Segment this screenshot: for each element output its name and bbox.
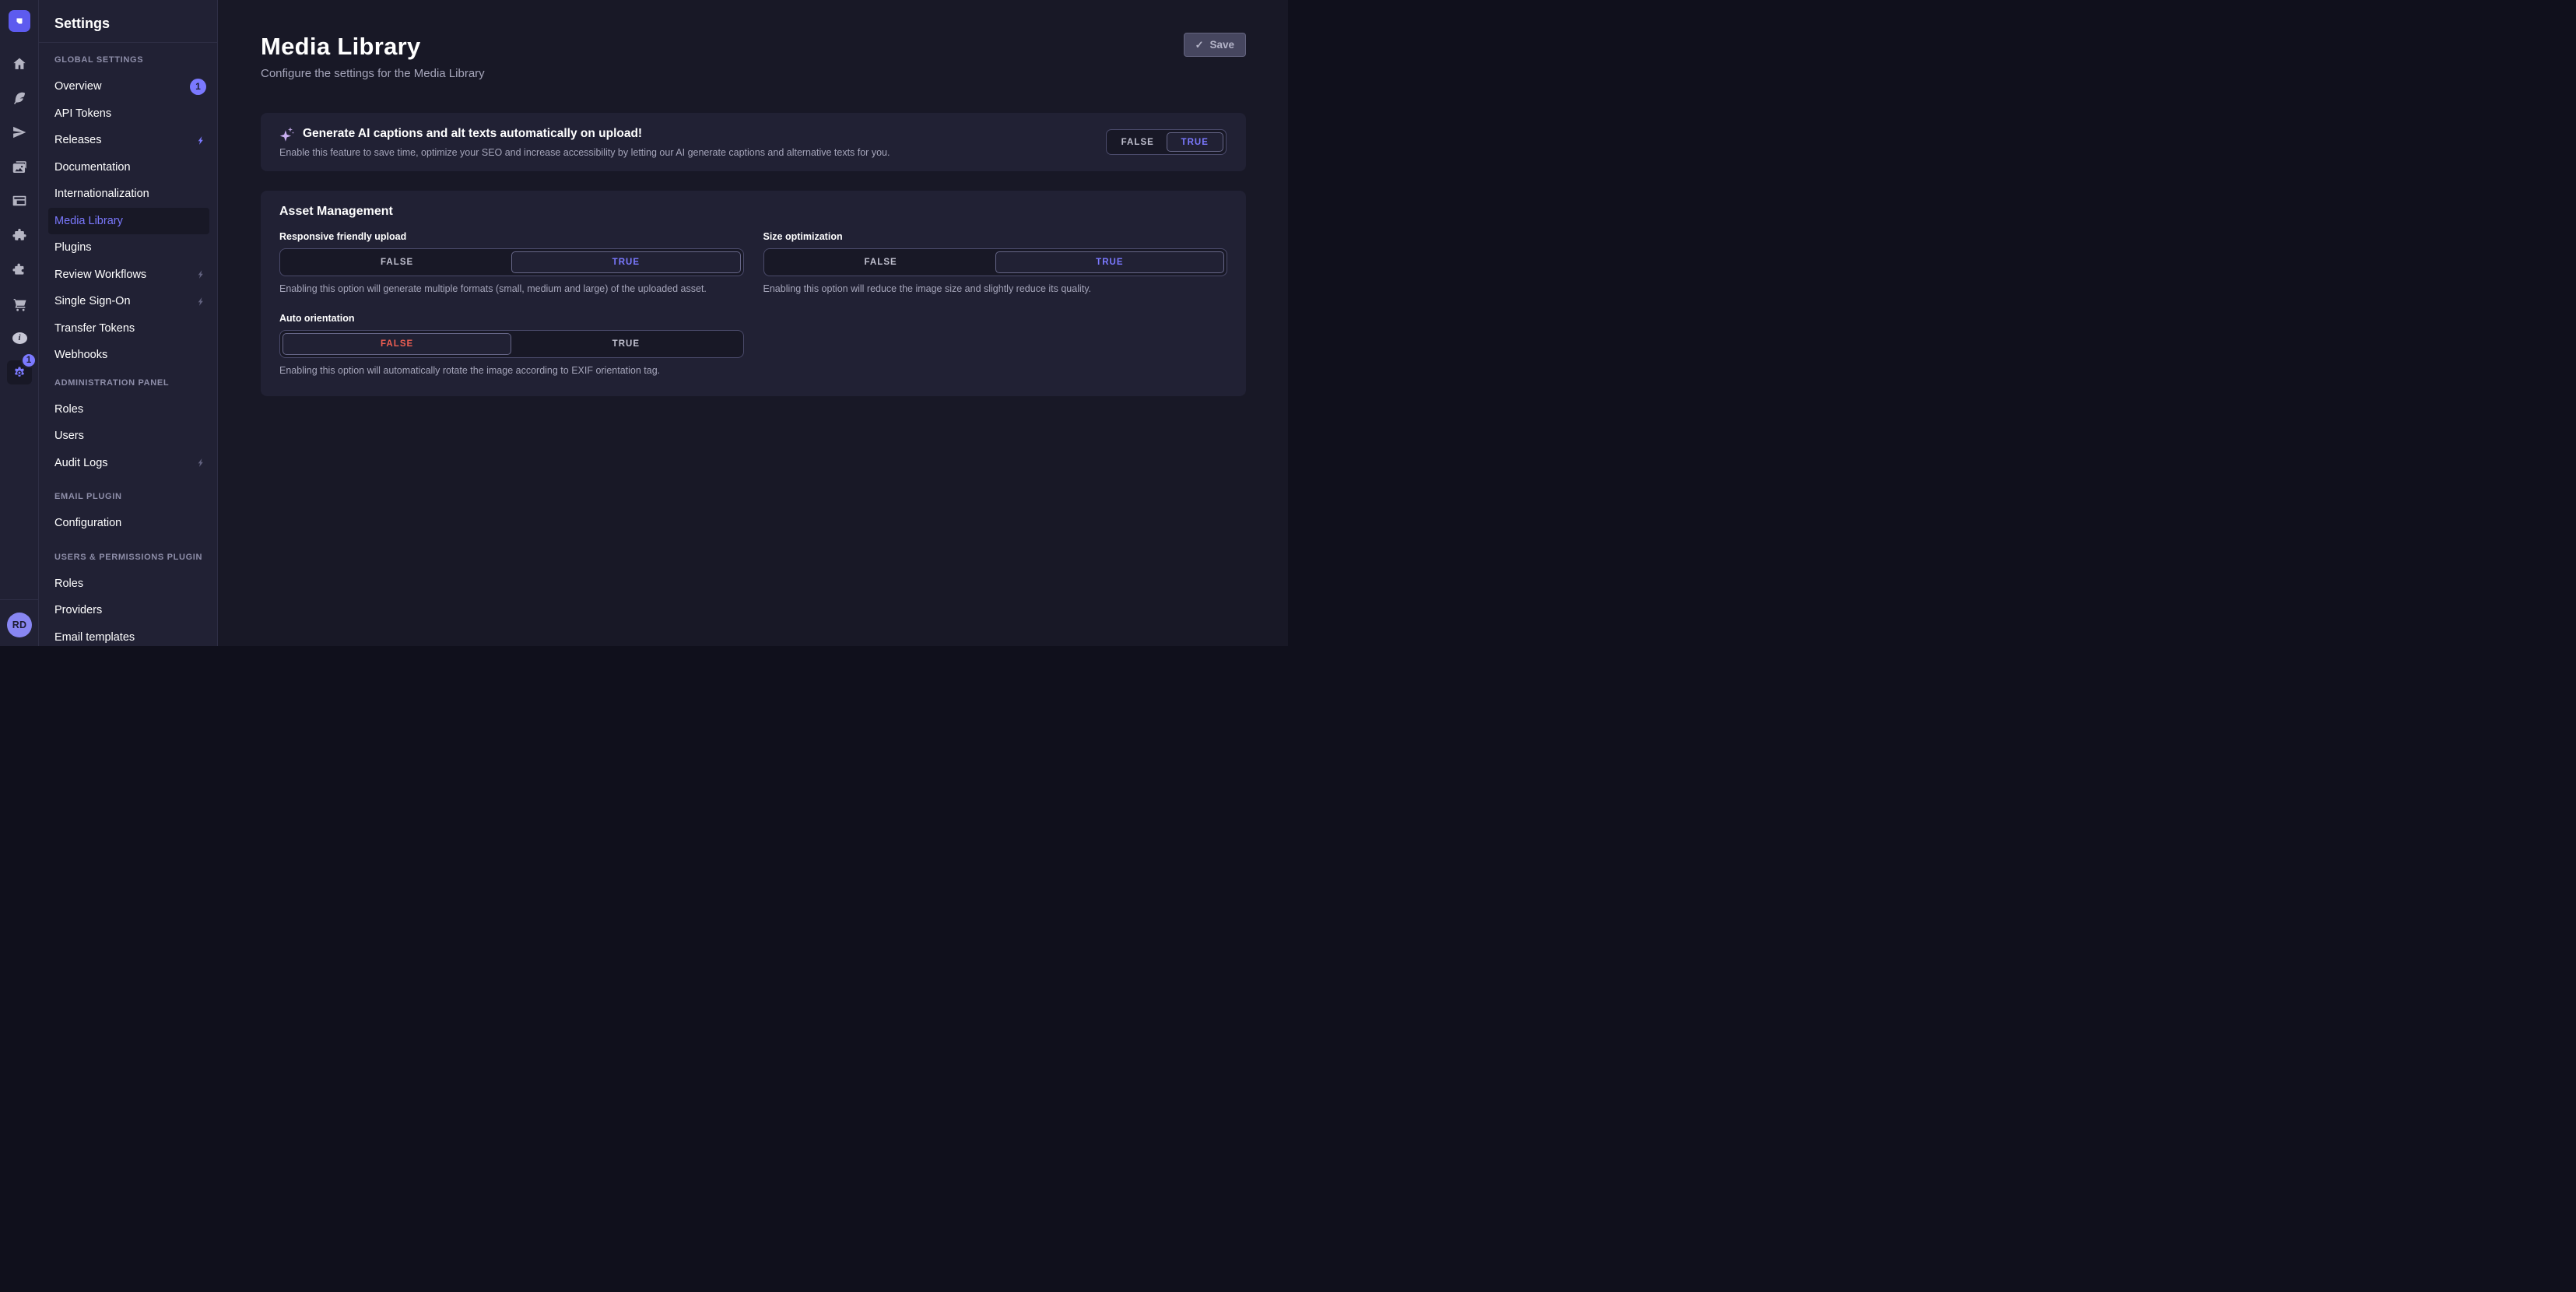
main-content: Media Library Configure the settings for…	[218, 0, 1288, 646]
ai-captions-toggle-true[interactable]: TRUE	[1167, 132, 1224, 152]
sidebar-header: Settings	[39, 0, 217, 43]
ai-captions-toggle-false[interactable]: FALSE	[1109, 132, 1167, 152]
marketplace-puzzle-icon[interactable]	[10, 260, 29, 279]
asset-fields-grid: Responsive friendly upload FALSE TRUE En…	[279, 231, 1227, 376]
sidebar-item-overview[interactable]: Overview 1	[39, 73, 217, 100]
overview-badge: 1	[190, 79, 206, 95]
sidebar-item-single-sign-on[interactable]: Single Sign-On	[39, 288, 217, 315]
auto-orientation-field: Auto orientation FALSE TRUE Enabling thi…	[279, 313, 744, 376]
strapi-logo-icon	[12, 14, 26, 28]
user-avatar[interactable]: RD	[7, 613, 32, 637]
responsive-toggle-false[interactable]: FALSE	[283, 251, 511, 273]
ai-captions-toggle: FALSE TRUE	[1106, 129, 1227, 155]
information-glyph: i	[12, 332, 27, 344]
sidebar-item-up-roles[interactable]: Roles	[39, 571, 217, 598]
lightning-icon	[196, 297, 206, 307]
responsive-friendly-upload-toggle: FALSE TRUE	[279, 248, 744, 276]
sidebar-item-internationalization[interactable]: Internationalization	[39, 181, 217, 208]
strapi-settings-app: i 1 RD Settings GLOBAL SETTINGS Overview…	[0, 0, 1288, 646]
field-label: Auto orientation	[279, 313, 744, 324]
icon-rail: i 1 RD	[0, 0, 39, 646]
users-permissions-list: Roles Providers Email templates	[39, 571, 217, 647]
size-optimization-toggle-true[interactable]: TRUE	[995, 251, 1224, 273]
field-hint: Enabling this option will generate multi…	[279, 283, 744, 294]
size-optimization-field: Size optimization FALSE TRUE Enabling th…	[763, 231, 1228, 294]
email-plugin-list: Configuration	[39, 510, 217, 537]
size-optimization-toggle: FALSE TRUE	[763, 248, 1228, 276]
auto-orientation-toggle-true[interactable]: TRUE	[511, 333, 740, 355]
empty-grid-cell	[763, 313, 1228, 376]
lightning-icon	[196, 269, 206, 279]
field-label: Size optimization	[763, 231, 1228, 242]
sidebar-item-review-workflows[interactable]: Review Workflows	[39, 262, 217, 289]
sidebar-item-media-library[interactable]: Media Library	[48, 208, 209, 235]
sidebar-item-providers[interactable]: Providers	[39, 597, 217, 624]
size-optimization-toggle-false[interactable]: FALSE	[767, 251, 995, 273]
save-button[interactable]: ✓ Save	[1184, 33, 1246, 57]
global-settings-list: Overview 1 API Tokens Releases Documenta…	[39, 73, 217, 369]
settings-notification-badge: 1	[21, 353, 37, 368]
releases-plane-icon[interactable]	[10, 123, 29, 142]
home-icon[interactable]	[10, 54, 29, 73]
sidebar-item-users[interactable]: Users	[39, 423, 217, 450]
section-label-users-permissions-plugin: USERS & PERMISSIONS PLUGIN	[54, 553, 217, 563]
save-button-label: Save	[1209, 39, 1234, 51]
auto-orientation-toggle: FALSE TRUE	[279, 330, 744, 358]
sparkle-icon	[279, 126, 295, 142]
sidebar-item-documentation[interactable]: Documentation	[39, 154, 217, 181]
page-subtitle: Configure the settings for the Media Lib…	[261, 67, 1246, 80]
information-icon[interactable]: i	[10, 328, 29, 347]
lightning-icon	[196, 458, 206, 468]
sidebar-item-api-tokens[interactable]: API Tokens	[39, 100, 217, 128]
field-hint: Enabling this option will reduce the ima…	[763, 283, 1228, 294]
section-label-administration-panel: ADMINISTRATION PANEL	[54, 378, 217, 389]
sidebar-item-transfer-tokens[interactable]: Transfer Tokens	[39, 315, 217, 342]
sidebar-item-email-templates[interactable]: Email templates	[39, 624, 217, 647]
media-library-icon[interactable]	[10, 157, 29, 176]
asset-management-heading: Asset Management	[279, 205, 1227, 219]
sidebar-item-configuration[interactable]: Configuration	[39, 510, 217, 537]
settings-sidebar: Settings GLOBAL SETTINGS Overview 1 API …	[39, 0, 218, 646]
auto-orientation-toggle-false[interactable]: FALSE	[283, 333, 511, 355]
rail-divider	[0, 599, 39, 600]
sidebar-item-plugins[interactable]: Plugins	[39, 234, 217, 262]
administration-panel-list: Roles Users Audit Logs	[39, 396, 217, 477]
sidebar-item-audit-logs[interactable]: Audit Logs	[39, 450, 217, 477]
responsive-toggle-true[interactable]: TRUE	[511, 251, 740, 273]
responsive-friendly-upload-field: Responsive friendly upload FALSE TRUE En…	[279, 231, 744, 294]
plugins-puzzle-icon[interactable]	[10, 226, 29, 244]
banner-title: Generate AI captions and alt texts autom…	[303, 127, 642, 141]
page-title: Media Library	[261, 0, 1246, 61]
check-icon: ✓	[1195, 39, 1204, 51]
section-label-email-plugin: EMAIL PLUGIN	[54, 492, 217, 503]
content-manager-icon[interactable]	[10, 191, 29, 210]
banner-texts: Generate AI captions and alt texts autom…	[261, 126, 890, 158]
asset-management-card: Asset Management Responsive friendly upl…	[261, 191, 1246, 396]
field-label: Responsive friendly upload	[279, 231, 744, 242]
banner-description: Enable this feature to save time, optimi…	[279, 147, 890, 158]
section-label-global-settings: GLOBAL SETTINGS	[54, 55, 217, 66]
strapi-logo[interactable]	[9, 10, 30, 32]
ai-captions-banner: Generate AI captions and alt texts autom…	[261, 113, 1246, 171]
sidebar-item-webhooks[interactable]: Webhooks	[39, 342, 217, 369]
content-type-builder-icon[interactable]	[10, 89, 29, 107]
sidebar-item-admin-roles[interactable]: Roles	[39, 396, 217, 423]
sidebar-item-releases[interactable]: Releases	[39, 127, 217, 154]
purchase-cart-icon[interactable]	[10, 294, 29, 313]
sidebar-title: Settings	[54, 16, 110, 32]
lightning-icon	[196, 135, 206, 146]
field-hint: Enabling this option will automatically …	[279, 365, 744, 376]
